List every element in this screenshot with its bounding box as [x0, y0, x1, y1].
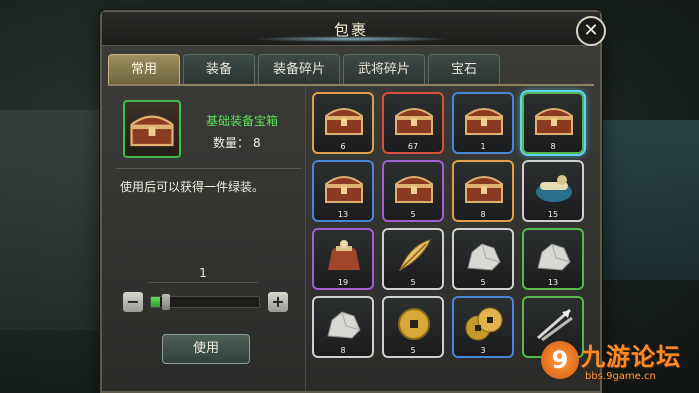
inventory-slot[interactable]: 5: [452, 228, 514, 290]
title-bar: 包裹: [102, 12, 600, 46]
item-count: 5: [410, 278, 416, 287]
use-count-underline: [148, 282, 258, 283]
watermark-url: bbs.9game.cn: [585, 371, 656, 382]
decrease-button[interactable]: −: [123, 292, 143, 312]
stone-icon: [467, 243, 501, 271]
tab-gems[interactable]: 宝石: [428, 54, 500, 84]
item-count: 15: [547, 210, 559, 219]
treasure-chest-icon: [325, 108, 363, 135]
inventory-slot[interactable]: 5: [382, 296, 444, 358]
item-count: 5: [410, 210, 416, 219]
selected-item-icon: [123, 100, 181, 158]
item-count: 5: [410, 346, 416, 355]
inventory-slot[interactable]: 19: [312, 228, 374, 290]
coin-sack-icon: [328, 240, 360, 270]
use-count-value: 1: [199, 266, 207, 280]
item-count: 13: [547, 278, 559, 287]
inventory-slot[interactable]: 8: [452, 160, 514, 222]
background-city-wall: [0, 110, 100, 330]
item-count: 5: [480, 278, 486, 287]
item-count: 3: [480, 346, 486, 355]
item-count: 8: [550, 142, 556, 151]
inventory-slot[interactable]: 1: [452, 92, 514, 154]
inventory-slot[interactable]: 13: [522, 228, 584, 290]
slider-fill: [151, 297, 160, 307]
forum-watermark: 9 九游论坛 bbs.9game.cn: [541, 337, 691, 387]
stone-icon: [327, 311, 361, 339]
treasure-chest-icon: [395, 176, 433, 203]
inventory-slot[interactable]: 8: [522, 92, 584, 154]
inventory-slot[interactable]: 15: [522, 160, 584, 222]
item-detail-panel: 基础装备宝箱 数量： 8 使用后可以获得一件绿装。 1 − + 使用: [108, 86, 306, 391]
quantity-value: 8: [253, 136, 261, 150]
item-count: 13: [337, 210, 349, 219]
item-name: 基础装备宝箱: [206, 114, 279, 128]
inventory-slot[interactable]: 13: [312, 160, 374, 222]
copper-coin-icon: [398, 308, 430, 340]
quantity-label: 数量：: [213, 136, 250, 150]
increase-button[interactable]: +: [268, 292, 288, 312]
inventory-window: 包裹 ✕ 常用 装备 装备碎片 武将碎片 宝石 基础装备宝箱 数量： 8 使用后可…: [100, 10, 606, 393]
copper-coins-icon: [465, 307, 503, 341]
treasure-chest-icon: [130, 115, 174, 147]
window-title: 包裹: [333, 21, 368, 39]
watermark-logo: 9: [541, 341, 579, 379]
inventory-slot[interactable]: 67: [382, 92, 444, 154]
treasure-chest-icon: [465, 176, 503, 203]
tab-equipment-fragments[interactable]: 装备碎片: [258, 54, 340, 84]
tab-bar: 常用 装备 装备碎片 武将碎片 宝石: [108, 54, 500, 84]
tab-general-fragments[interactable]: 武将碎片: [343, 54, 425, 84]
watermark-text: 九游论坛: [581, 343, 681, 371]
use-button[interactable]: 使用: [162, 334, 250, 364]
background-water: [589, 120, 699, 280]
divider: [116, 168, 301, 169]
close-button[interactable]: ✕: [576, 16, 606, 46]
inventory-slot[interactable]: 6: [312, 92, 374, 154]
inventory-slot[interactable]: 8: [312, 296, 374, 358]
tab-equipment[interactable]: 装备: [183, 54, 255, 84]
tab-common[interactable]: 常用: [108, 54, 180, 84]
scroll-bundle-icon: [536, 175, 572, 202]
content-area: 基础装备宝箱 数量： 8 使用后可以获得一件绿装。 1 − + 使用 6 67 1 8 1…: [108, 84, 594, 391]
use-count-slider[interactable]: [150, 294, 260, 310]
item-count: 8: [480, 210, 486, 219]
item-count: 67: [407, 142, 419, 151]
treasure-chest-icon: [395, 108, 433, 135]
stone-icon: [537, 243, 571, 271]
item-description: 使用后可以获得一件绿装。: [120, 180, 265, 194]
item-count: 1: [480, 142, 486, 151]
treasure-chest-icon: [325, 176, 363, 203]
inventory-slot[interactable]: 5: [382, 160, 444, 222]
item-count: 8: [340, 346, 346, 355]
item-quantity: 数量： 8: [213, 134, 261, 151]
close-icon: ✕: [583, 20, 599, 41]
treasure-chest-icon: [465, 108, 503, 135]
inventory-slot[interactable]: 3: [452, 296, 514, 358]
item-count: 19: [337, 278, 349, 287]
inventory-slot[interactable]: 5: [382, 228, 444, 290]
item-count: 6: [340, 142, 346, 151]
feather-icon: [398, 239, 431, 272]
slider-handle[interactable]: [161, 294, 170, 310]
treasure-chest-icon: [535, 108, 573, 135]
